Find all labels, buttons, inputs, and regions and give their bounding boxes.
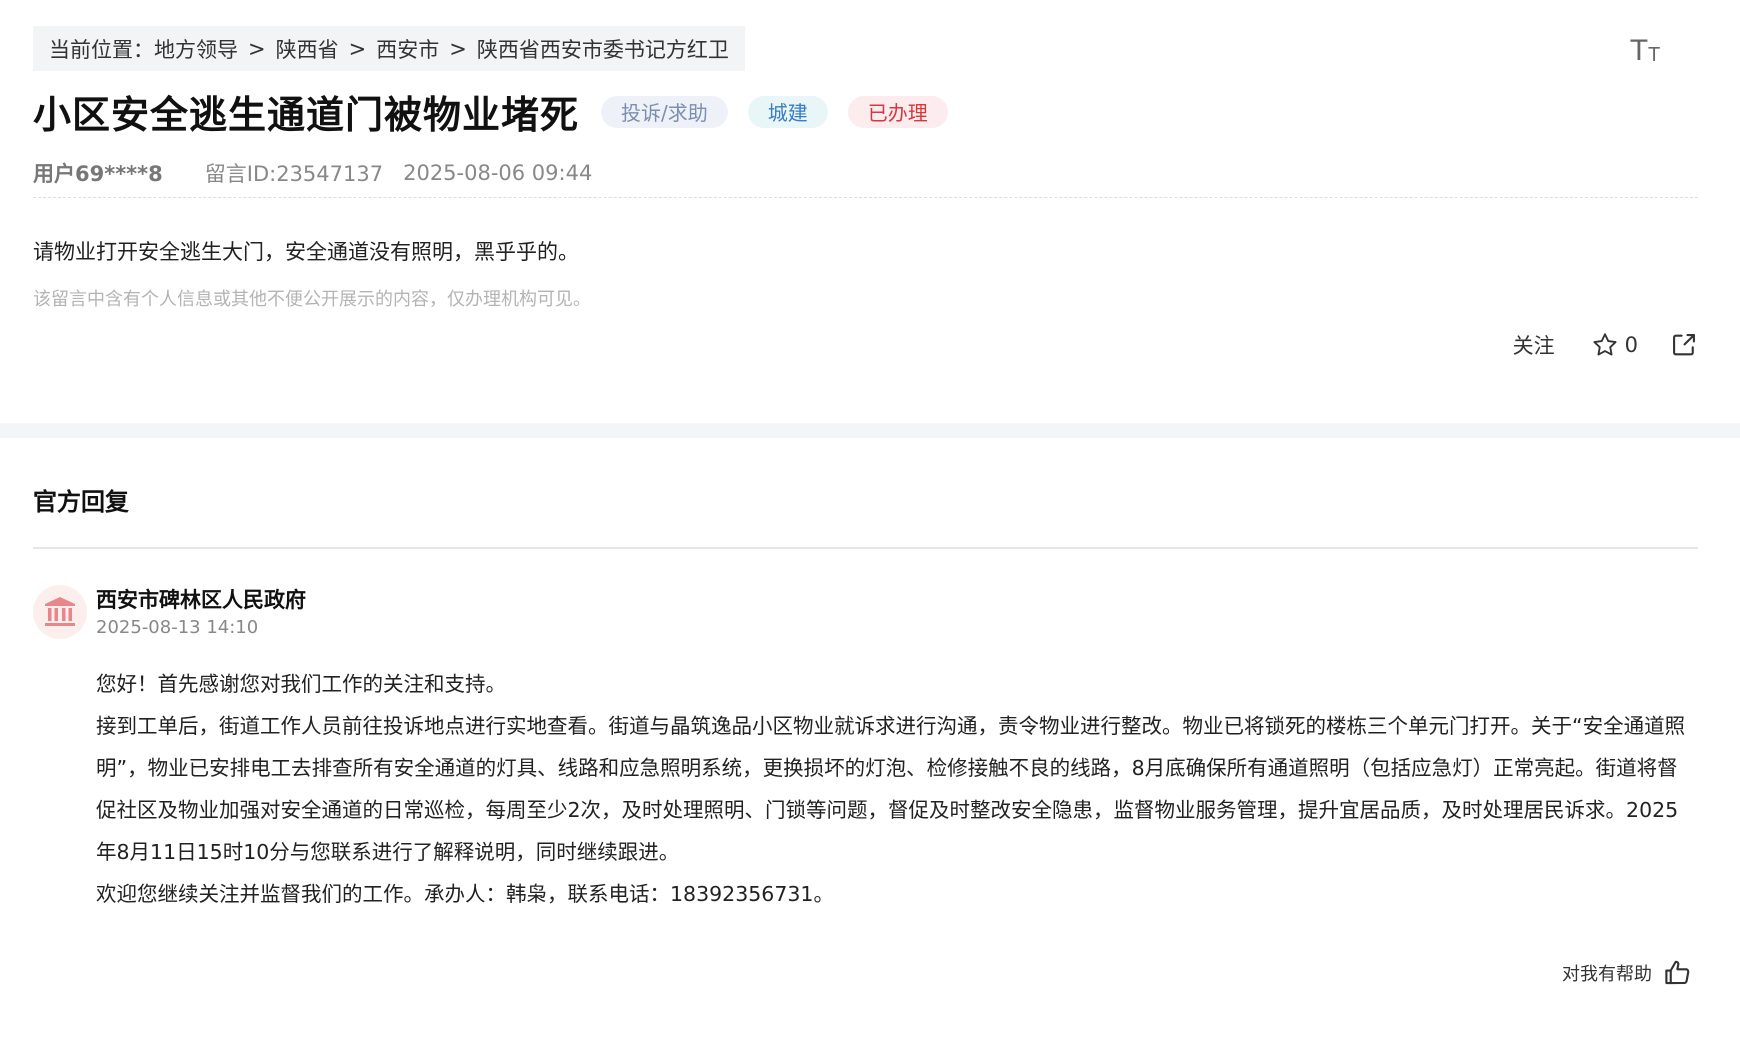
star-icon [1593, 333, 1617, 356]
page: 当前位置： 地方领导 > 陕西省 > 西安市 > 陕西省西安市委书记方红卫 TT… [0, 0, 1740, 1038]
breadcrumb-item-xian[interactable]: 西安市 [376, 34, 439, 64]
star-button[interactable]: 0 [1591, 331, 1638, 359]
post-content: 请物业打开安全逃生大门，安全通道没有照明，黑乎乎的。 [33, 240, 579, 264]
reply-paragraph: 欢迎您继续关注并监督我们的工作。承办人：韩枭，联系电话：18392356731。 [96, 882, 834, 906]
government-building-icon [45, 597, 75, 626]
page-title: 小区安全逃生通道门被物业堵死 [33, 93, 580, 137]
reply-time: 2025-08-13 14:10 [96, 617, 259, 638]
breadcrumb-separator: > [348, 36, 367, 61]
category-tag: 城建 [747, 95, 828, 128]
font-size-icon-big-t: T [1629, 34, 1649, 67]
reply-body: 您好！首先感谢您对我们工作的关注和支持。 接到工单后，街道工作人员前往投诉地点进… [96, 663, 1698, 915]
status-badge: 已办理 [847, 95, 948, 128]
avatar [33, 585, 87, 639]
org-name: 西安市碑林区人民政府 [96, 588, 306, 612]
font-size-icon-small-t: T [1648, 44, 1661, 66]
thumbs-up-icon [1665, 960, 1690, 985]
type-tag: 投诉/求助 [601, 95, 728, 128]
reply-paragraph: 接到工单后，街道工作人员前往投诉地点进行实地查看。街道与晶筑逸品小区物业就诉求进… [96, 714, 1686, 864]
share-button[interactable] [1670, 331, 1698, 359]
post-meta: 用户69****8 留言ID:23547137 2025-08-06 09:44 [33, 158, 592, 188]
breadcrumb: 当前位置： 地方领导 > 陕西省 > 西安市 > 陕西省西安市委书记方红卫 [33, 26, 745, 71]
breadcrumb-item-shaanxi[interactable]: 陕西省 [276, 34, 339, 64]
follow-button[interactable]: 关注 [1513, 330, 1555, 360]
reply-divider [33, 547, 1698, 549]
post-time: 2025-08-06 09:44 [403, 161, 593, 185]
font-size-icon[interactable]: TT [1628, 32, 1662, 67]
breadcrumb-separator: > [449, 36, 467, 61]
post-actions: 关注 0 [1513, 330, 1698, 360]
helpful-button[interactable]: 对我有帮助 [1562, 958, 1692, 988]
breadcrumb-prefix: 当前位置： [49, 37, 154, 62]
breadcrumb-item-local-leaders[interactable]: 地方领导 [154, 34, 238, 64]
privacy-notice: 该留言中含有个人信息或其他不便公开展示的内容，仅办理机构可见。 [33, 289, 591, 310]
post-user: 用户69****8 [33, 162, 163, 186]
share-icon [1673, 334, 1695, 356]
reply-heading: 官方回复 [33, 488, 129, 516]
breadcrumb-item-leader[interactable]: 陕西省西安市委书记方红卫 [477, 34, 729, 64]
helpful-label: 对我有帮助 [1562, 964, 1652, 985]
message-id: 留言ID:23547137 [204, 162, 384, 186]
section-separator [0, 423, 1740, 438]
title-row: 小区安全逃生通道门被物业堵死 投诉/求助 城建 已办理 [33, 84, 948, 139]
star-count: 0 [1624, 333, 1638, 357]
reply-paragraph: 您好！首先感谢您对我们工作的关注和支持。 [96, 672, 506, 696]
breadcrumb-separator: > [248, 36, 266, 61]
divider [33, 197, 1698, 198]
